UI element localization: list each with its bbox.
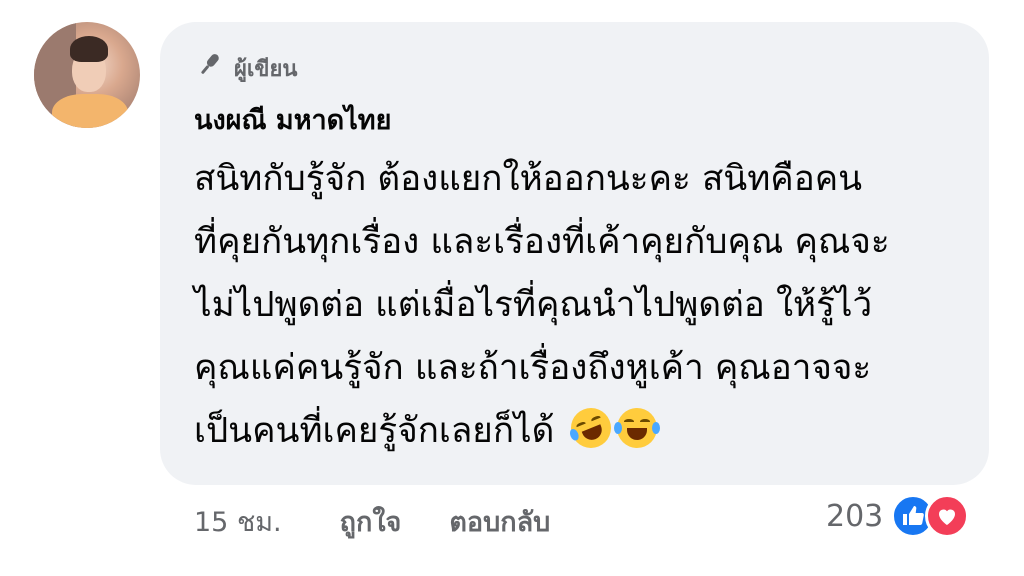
timestamp[interactable]: 15 ชม. xyxy=(194,500,282,543)
reply-button[interactable]: ตอบกลับ xyxy=(449,500,550,543)
joy-emoji-icon xyxy=(614,408,661,448)
rofl-emoji-icon xyxy=(565,401,618,455)
avatar[interactable] xyxy=(34,22,140,128)
comment-action-bar: 15 ชม. ถูกใจ ตอบกลับ xyxy=(194,500,598,543)
comment-text: สนิทกับรู้จัก ต้องแยกให้ออกนะคะ สนิทคือค… xyxy=(194,148,974,463)
avatar-body xyxy=(52,94,128,128)
comment-text-line: ที่คุยกันทุกเรื่อง และเรื่องที่เค้าคุยกั… xyxy=(194,222,890,262)
avatar-hair xyxy=(70,36,108,62)
comment-text-last-line: เป็นคนที่เคยรู้จักเลยก็ได้ xyxy=(194,400,974,463)
comment-text-line: สนิทกับรู้จัก ต้องแยกให้ออกนะคะ สนิทคือค… xyxy=(194,159,863,199)
comment-bubble: ผู้เขียน นงผณี มหาดไทย สนิทกับรู้จัก ต้อ… xyxy=(160,22,989,485)
comment-text-line: เป็นคนที่เคยรู้จักเลยก็ได้ xyxy=(194,411,555,451)
reactions-summary[interactable]: 203 xyxy=(826,494,970,538)
author-name[interactable]: นงผณี มหาดไทย xyxy=(194,98,391,141)
comment: ผู้เขียน นงผณี มหาดไทย สนิทกับรู้จัก ต้อ… xyxy=(0,0,1024,576)
love-icon xyxy=(925,494,970,538)
comment-text-line: ไม่ไปพูดต่อ แต่เมื่อไรที่คุณนำไปพูดต่อ ใ… xyxy=(194,285,873,325)
author-badge: ผู้เขียน xyxy=(194,50,297,86)
comment-text-line: คุณแค่คนรู้จัก และถ้าเรื่องถึงหูเค้า คุณ… xyxy=(194,348,872,388)
like-button[interactable]: ถูกใจ xyxy=(340,500,402,543)
microphone-icon xyxy=(194,50,224,86)
reaction-count: 203 xyxy=(826,498,884,534)
author-badge-label: ผู้เขียน xyxy=(234,56,298,82)
